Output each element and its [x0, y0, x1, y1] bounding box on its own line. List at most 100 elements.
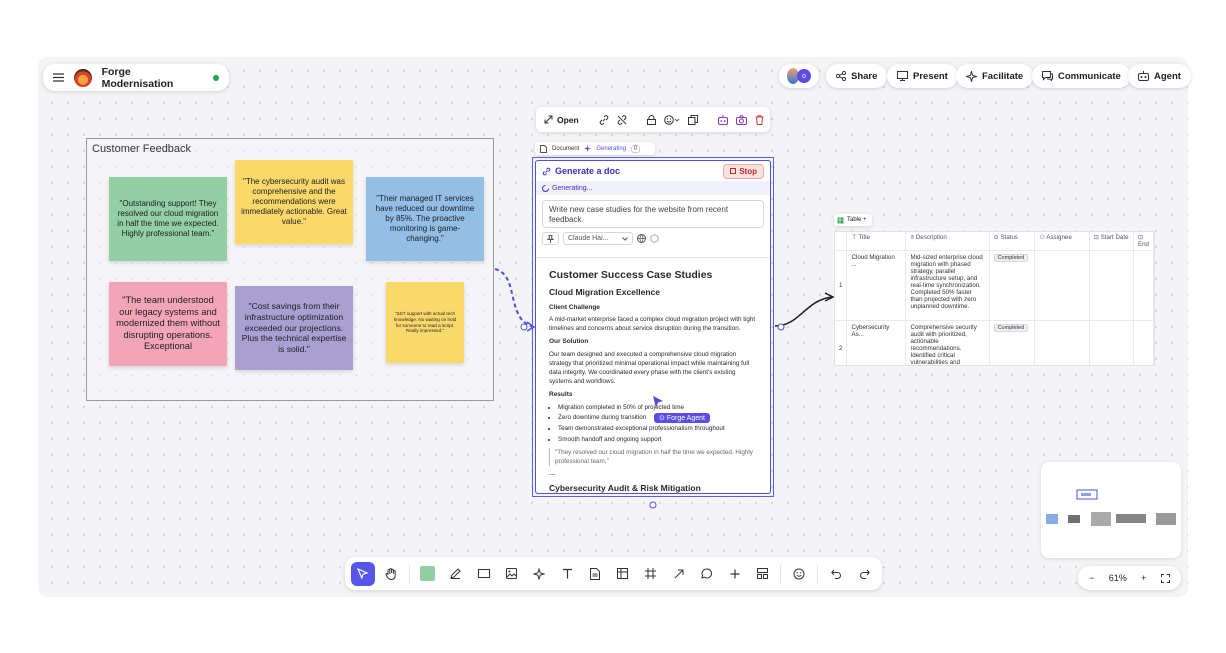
hamburger-menu-icon[interactable]	[53, 73, 64, 82]
emoji-reaction-icon[interactable]	[663, 114, 680, 125]
sticky-note-green[interactable]: "Outstanding support! They resolved our …	[109, 177, 227, 261]
sparkle-icon	[533, 567, 546, 580]
sticky-note-purple[interactable]: "Cost savings from their infrastructure …	[235, 286, 353, 370]
collaborators-avatars[interactable]: o	[779, 64, 819, 88]
text-icon	[562, 568, 573, 579]
doc-section-title: Cloud Migration Excellence	[549, 287, 660, 298]
doc-paragraph: Our team designed and executed a compreh…	[549, 350, 750, 385]
ai-tool[interactable]	[527, 562, 551, 586]
zoom-out-button[interactable]: −	[1089, 573, 1094, 583]
sparkle-icon	[966, 70, 977, 82]
sticky-note-yellow[interactable]: "The cybersecurity audit was comprehensi…	[235, 160, 353, 244]
sticky-note-small-yellow[interactable]: "24/7 support with actual tech knowledge…	[386, 282, 464, 363]
agent-button[interactable]: Agent	[1128, 64, 1191, 88]
chevron-down-icon	[622, 236, 628, 241]
table-row[interactable]: 2 Cybersecurity As... Comprehensive secu…	[835, 320, 1154, 365]
unlink-icon[interactable]	[617, 114, 627, 125]
column-header[interactable]: ⚇ Assignee	[1034, 232, 1090, 251]
table-tool[interactable]	[611, 562, 635, 586]
doc-paragraph: A mid-market enterprise faced a complex …	[549, 315, 756, 333]
minimap[interactable]	[1041, 462, 1181, 558]
doc-quote: "They resolved our cloud migration in ha…	[549, 447, 757, 467]
document-tool[interactable]	[583, 562, 607, 586]
status-badge: Completed	[993, 254, 1029, 262]
hand-icon	[385, 567, 397, 580]
emoji-icon	[793, 568, 805, 580]
layout-icon	[756, 568, 768, 579]
document-card[interactable]: Generate a doc Stop Generating... Write …	[535, 160, 771, 494]
doc-subheading: Our Solution	[549, 338, 589, 346]
link-icon[interactable]	[599, 114, 609, 125]
bottom-toolbar	[345, 557, 882, 590]
present-button[interactable]: Present	[887, 64, 958, 88]
agent-cursor-icon	[653, 396, 663, 408]
column-header[interactable]: ⊡ Start Date	[1089, 232, 1134, 251]
trash-icon[interactable]	[755, 114, 764, 125]
open-button[interactable]: Open	[544, 115, 579, 125]
table-header-row: ⊤ Title ≡ Description ⊙ Status ⚇ Assigne…	[835, 232, 1154, 251]
text-tool[interactable]	[555, 562, 579, 586]
document-tab-label[interactable]: Document Generating 0	[535, 142, 655, 155]
globe-icon[interactable]	[637, 234, 646, 243]
board-title[interactable]: Forge Modernisation	[102, 66, 204, 90]
redo-icon	[859, 569, 870, 579]
board-logo	[74, 68, 92, 87]
communicate-button[interactable]: Communicate	[1032, 64, 1131, 88]
ai-agent-icon[interactable]	[717, 114, 728, 125]
column-header[interactable]: ⊡ End	[1133, 232, 1154, 251]
connector-tool[interactable]	[667, 562, 691, 586]
plus-icon	[730, 569, 740, 579]
present-icon	[897, 71, 908, 81]
doc-section-title: Cybersecurity Audit & Risk Mitigation	[549, 483, 701, 494]
pen-tool[interactable]	[444, 562, 468, 586]
sticky-note-pink[interactable]: "The team understood our legacy systems …	[109, 282, 227, 366]
camera-icon[interactable]	[735, 114, 747, 125]
column-header[interactable]: ≡ Description	[905, 232, 990, 251]
share-button[interactable]: Share	[826, 64, 888, 88]
frame-title[interactable]: Customer Feedback	[92, 143, 191, 155]
prompt-input[interactable]: Write new case studies for the website f…	[542, 200, 764, 228]
pin-button[interactable]	[542, 232, 559, 245]
column-header[interactable]: ⊤ Title	[846, 232, 907, 251]
image-tool[interactable]	[499, 562, 523, 586]
facilitate-button[interactable]: Facilitate	[956, 64, 1034, 88]
reaction-tool[interactable]	[787, 562, 811, 586]
templates-tool[interactable]	[750, 562, 774, 586]
data-table[interactable]: ⊤ Title ≡ Description ⊙ Status ⚇ Assigne…	[834, 231, 1155, 366]
shape-tool[interactable]	[472, 562, 496, 586]
duplicate-icon[interactable]	[687, 114, 698, 125]
doc-heading: Customer Success Case Studies	[549, 269, 713, 281]
minimap-preview	[1046, 489, 1176, 526]
rectangle-icon	[477, 569, 490, 578]
doc-divider: ---	[549, 471, 556, 479]
hand-tool[interactable]	[379, 562, 403, 586]
stop-button[interactable]: Stop	[723, 163, 764, 179]
zoom-level[interactable]: 61%	[1109, 573, 1127, 583]
table-tab-label[interactable]: Table +	[834, 214, 872, 226]
frame-tool[interactable]	[639, 562, 663, 586]
table-row[interactable]: 1 Cloud Migration ... Mid-sized enterpri…	[835, 250, 1154, 321]
zoom-in-button[interactable]: +	[1141, 573, 1146, 583]
generating-status: Generating...	[536, 181, 770, 195]
expand-icon	[544, 115, 553, 124]
list-item: Team demonstrated exceptional profession…	[558, 424, 757, 433]
column-header[interactable]: ⊙ Status	[989, 232, 1036, 251]
object-toolbar: Open	[536, 107, 770, 132]
list-item: Smooth handoff and ongoing support	[558, 435, 757, 444]
undo-button[interactable]	[824, 562, 848, 586]
fullscreen-icon[interactable]	[1160, 573, 1170, 583]
avatar: o	[797, 69, 811, 83]
model-select[interactable]: Claude Hai...	[563, 232, 633, 245]
settings-hex-icon[interactable]	[650, 234, 659, 243]
lock-icon[interactable]	[646, 114, 656, 125]
add-tool[interactable]	[723, 562, 747, 586]
document-content[interactable]: Customer Success Case Studies Cloud Migr…	[536, 257, 770, 493]
redo-button[interactable]	[852, 562, 876, 586]
sticky-note-tool[interactable]	[416, 562, 440, 586]
frame-icon	[645, 568, 657, 579]
sticky-note-icon	[420, 566, 436, 581]
sticky-note-blue[interactable]: "Their managed IT services have reduced …	[366, 177, 484, 261]
comment-icon	[701, 568, 713, 579]
select-tool[interactable]	[351, 561, 375, 586]
comment-tool[interactable]	[695, 562, 719, 586]
